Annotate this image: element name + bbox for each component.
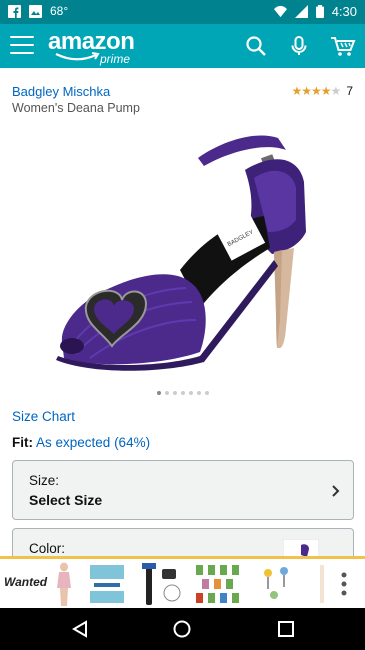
product-image[interactable]: BADGLEY: [50, 120, 320, 380]
cart-icon[interactable]: [330, 34, 356, 58]
logo-prime: prime: [100, 52, 131, 66]
more-vert-icon[interactable]: [341, 569, 347, 599]
ad-product-image[interactable]: [54, 561, 74, 607]
carousel-dot[interactable]: [205, 391, 209, 395]
smile-arrow-icon: [55, 52, 100, 61]
image-carousel-dots[interactable]: [157, 391, 209, 395]
product-title: Women's Deana Pump: [12, 101, 140, 115]
size-label: Size:: [29, 473, 60, 488]
fit-label: Fit:: [12, 435, 33, 450]
carousel-dot[interactable]: [197, 391, 201, 395]
chevron-right-icon: [332, 485, 340, 497]
logo-wordmark: amazon: [48, 28, 135, 55]
clock-text: 4:30: [331, 4, 357, 19]
back-icon[interactable]: [70, 619, 90, 639]
size-selector-button[interactable]: Size: Select Size: [12, 460, 354, 520]
size-value: Select Size: [29, 492, 103, 508]
system-nav-bar: [0, 608, 365, 650]
fit-value-link[interactable]: As expected (64%): [36, 435, 150, 450]
ad-product-image[interactable]: [258, 561, 294, 607]
size-chart-link[interactable]: Size Chart: [12, 409, 75, 424]
carousel-dot[interactable]: [157, 391, 161, 395]
carousel-dot[interactable]: [165, 391, 169, 395]
carousel-dot[interactable]: [189, 391, 193, 395]
carousel-dot[interactable]: [181, 391, 185, 395]
rating-count: 7: [346, 84, 353, 98]
fit-info: Fit: As expected (64%): [12, 435, 150, 450]
carousel-dot[interactable]: [173, 391, 177, 395]
battery-icon: [315, 5, 324, 18]
facebook-icon: [8, 4, 21, 18]
status-bar: 68° 4:30: [0, 0, 365, 24]
recents-icon[interactable]: [276, 619, 296, 639]
ad-banner[interactable]: Wanted: [0, 556, 365, 608]
temperature-text: 68°: [50, 4, 69, 18]
app-bar: amazon prime: [0, 24, 365, 68]
rating-summary[interactable]: ★★★★★ 7: [292, 84, 353, 98]
star-rating-icon: ★★★★★: [291, 84, 342, 98]
ad-product-image[interactable]: [140, 561, 186, 607]
brand-link[interactable]: Badgley Mischka: [12, 84, 110, 99]
gallery-icon: [29, 4, 42, 18]
search-icon[interactable]: [244, 34, 268, 58]
microphone-icon[interactable]: [287, 34, 311, 58]
signal-icon: [294, 5, 308, 18]
ad-product-image[interactable]: [318, 561, 326, 607]
ad-product-image[interactable]: [88, 561, 126, 607]
home-icon[interactable]: [172, 619, 192, 639]
ad-product-image[interactable]: [194, 561, 244, 607]
menu-icon[interactable]: [10, 36, 34, 56]
amazon-prime-logo[interactable]: amazon prime: [48, 28, 135, 67]
color-label: Color:: [29, 541, 66, 556]
ad-label: Wanted: [4, 575, 48, 589]
wifi-icon: [273, 5, 287, 18]
